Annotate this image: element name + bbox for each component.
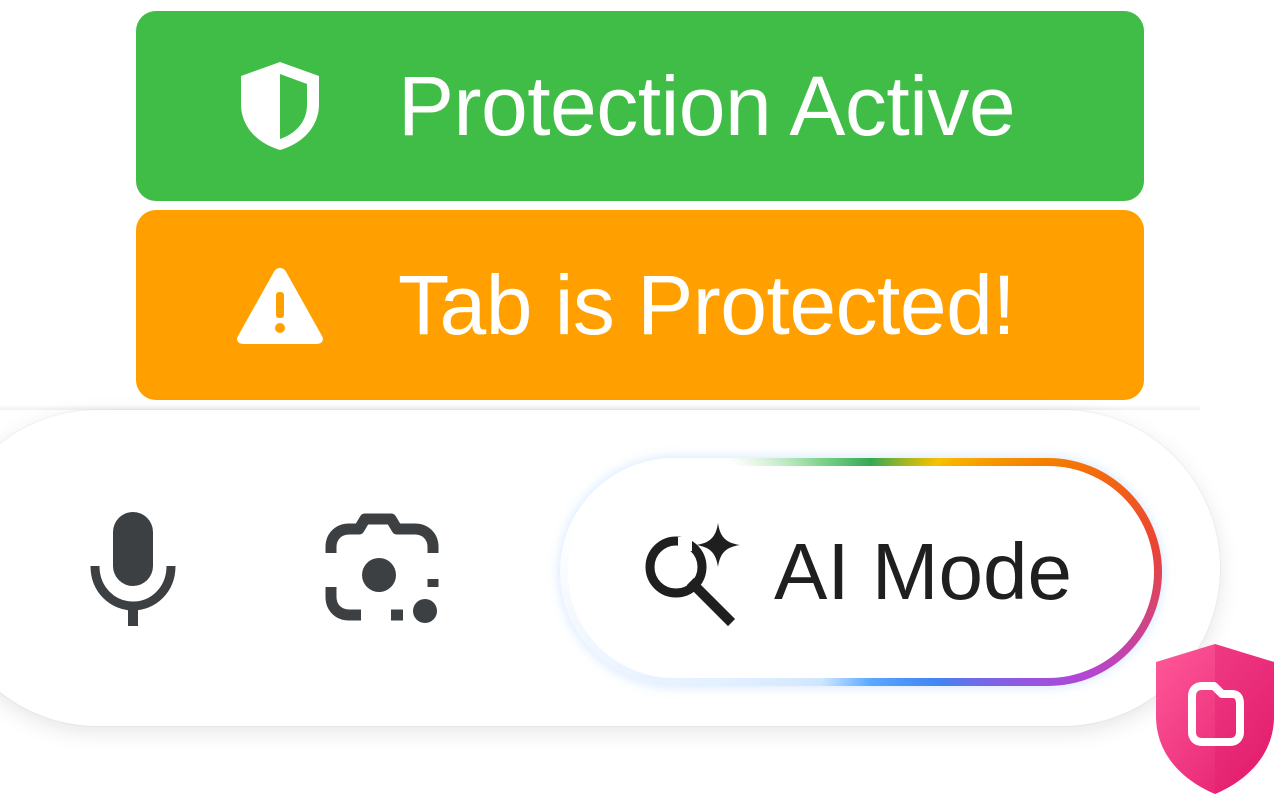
protection-active-banner: Protection Active	[136, 11, 1144, 201]
search-by-image-button[interactable]	[318, 506, 448, 636]
tab-protected-banner: Tab is Protected!	[136, 210, 1144, 400]
shield-folder-icon	[1150, 644, 1280, 800]
ai-mode-button[interactable]: AI Mode	[560, 458, 1162, 686]
voice-search-button[interactable]	[78, 500, 188, 640]
protection-active-label: Protection Active	[398, 59, 1016, 153]
page-root: Protection Active Tab is Protected! AI M…	[0, 0, 1280, 800]
shield-icon	[232, 58, 328, 154]
extension-badge[interactable]	[1150, 640, 1280, 798]
warning-triangle-icon	[232, 257, 328, 353]
ai-mode-label: AI Mode	[774, 527, 1072, 616]
sparkle-search-icon	[638, 517, 748, 627]
microphone-icon	[83, 506, 183, 635]
camera-lens-icon	[321, 509, 445, 634]
ai-mode-button-inner: AI Mode	[568, 466, 1154, 678]
tab-protected-label: Tab is Protected!	[398, 258, 1016, 352]
